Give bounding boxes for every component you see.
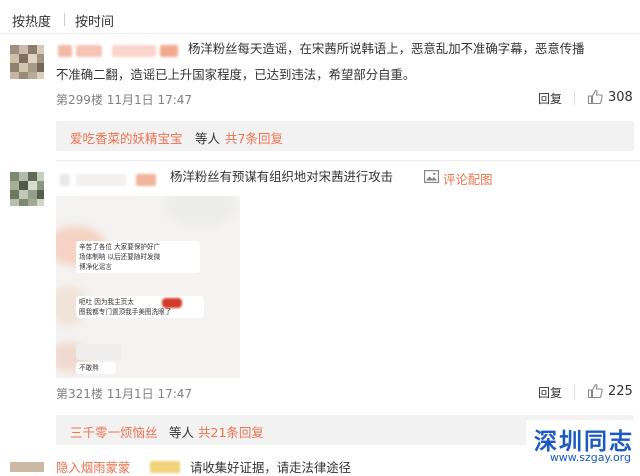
chat-line: 不敢熬 [79,364,99,372]
comment-text-line: 杨洋粉丝每天造谣，在宋茜所说韩语上，恶意乱加不准确字幕，恶意传播 [188,41,585,56]
sub-reply-etc: 等人 [169,425,195,440]
sub-reply-total-link[interactable]: 共7条回复 [225,128,283,147]
chat-line: 博净化谣言 [79,263,112,271]
floor-time: 第299楼 11月1日 17:47 [56,93,193,107]
watermark-url: www.szgay.org [549,451,631,464]
username-badge [150,461,180,473]
chat-line: 场体制呐 以后还要随时发微 [79,253,161,261]
comment-divider [56,160,640,161]
action-divider [574,385,575,399]
image-icon[interactable] [424,170,439,183]
redaction-mark [162,298,182,308]
comment-text: 杨洋粉丝有预谋有组织地对宋茜进行攻击 [170,169,394,184]
chat-bubble-blank [76,344,122,360]
comment-image-link[interactable]: 评论配图 [443,170,493,188]
chat-bubble: 呃吐 因为我主页太 图我都专门置顶我手美图洗眼了 [76,296,204,318]
top-divider [0,33,640,34]
comment-text-line: 不准确二翻，造谣已上升国家程度，已达到违法，希望部分自重。 [56,67,416,82]
sub-reply-etc: 等人 [195,131,221,146]
sub-reply-user[interactable]: 三千零一烦恼丝 [70,422,158,441]
floor-time: 第321楼 11月1日 17:47 [56,387,193,401]
sub-replies-box[interactable]: 爱吃香菜的妖精宝宝 等人 共7条回复 [56,121,634,151]
chat-line: 呃吐 因为我主页太 [79,298,134,306]
chat-line: 辛苦了各位 大家要保护好广 [79,243,161,251]
comment-text: 请收集好证据，请走法律途径 [190,460,352,475]
sort-by-hot-tab[interactable]: 按热度 [12,11,51,30]
sort-divider [64,13,65,26]
like-icon[interactable] [587,89,603,105]
avatar[interactable] [10,172,44,206]
avatar[interactable] [10,462,44,472]
reply-button[interactable]: 回复 [538,90,562,107]
chat-bubble: 辛苦了各位 大家要保护好广 场体制呐 以后还要随时发微 博净化谣言 [76,241,200,273]
like-count: 308 [608,90,633,105]
username-blurred[interactable] [56,171,162,187]
sort-by-time-tab[interactable]: 按时间 [75,11,114,30]
sub-reply-total-link[interactable]: 共21条回复 [198,422,264,441]
chat-line: 图我都专门置顶我手美图洗眼了 [79,308,172,316]
chat-bubble: 不敢熬 [76,362,116,374]
like-count: 225 [608,384,633,399]
username-blurred[interactable] [56,43,182,59]
avatar[interactable] [10,45,44,79]
comment-image[interactable]: 辛苦了各位 大家要保护好广 场体制呐 以后还要随时发微 博净化谣言 呃吐 因为我… [56,196,240,378]
sort-bar: 按热度 按时间 [0,0,640,34]
sub-reply-user[interactable]: 爱吃香菜的妖精宝宝 [70,128,183,147]
like-icon[interactable] [587,383,603,399]
username[interactable]: 隐入烟雨蒙蒙 [56,458,130,476]
reply-button[interactable]: 回复 [538,384,562,401]
action-divider [574,91,575,105]
